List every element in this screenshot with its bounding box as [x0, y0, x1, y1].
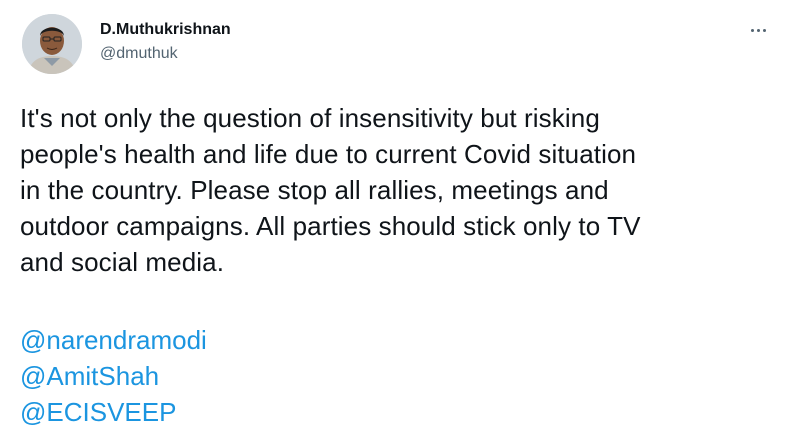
tweet-text: It's not only the question of insensitiv… [20, 100, 770, 280]
mention-link-ecisveep[interactable]: @ECISVEEP [20, 394, 207, 430]
tweet-text-line: and social media. [20, 247, 225, 277]
mention-link-amitshah[interactable]: @AmitShah [20, 358, 207, 394]
tweet-text-line: in the country. Please stop all rallies,… [20, 175, 609, 205]
more-options-icon[interactable] [746, 22, 770, 38]
avatar-photo [22, 14, 82, 74]
tweet-text-line: people's health and life due to current … [20, 139, 637, 169]
more-dot [762, 28, 766, 32]
mention-link-narendramodi[interactable]: @narendramodi [20, 322, 207, 358]
avatar[interactable] [22, 14, 82, 74]
author-handle[interactable]: @dmuthuk [100, 44, 231, 64]
tweet-card: D.Muthukrishnan @dmuthuk It's not only t… [0, 0, 788, 446]
tweet-mentions: @narendramodi @AmitShah @ECISVEEP [20, 322, 207, 430]
more-dot [750, 28, 754, 32]
tweet-text-line: It's not only the question of insensitiv… [20, 103, 600, 133]
more-dot [756, 28, 760, 32]
author-info: D.Muthukrishnan @dmuthuk [100, 20, 231, 64]
tweet-text-line: outdoor campaigns. All parties should st… [20, 211, 641, 241]
author-display-name[interactable]: D.Muthukrishnan [100, 20, 231, 40]
